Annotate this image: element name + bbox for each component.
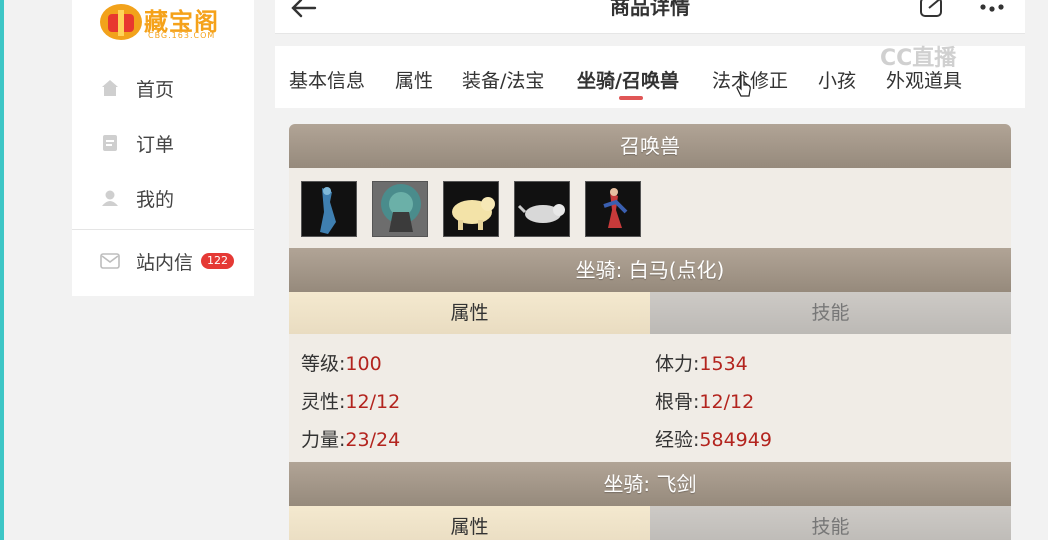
sidebar-divider	[72, 229, 254, 230]
mouse-cursor-icon	[736, 74, 752, 102]
summons-header: 召唤兽	[289, 124, 1011, 168]
summon-thumbnail[interactable]	[372, 181, 428, 237]
watermark: CC直播	[880, 46, 957, 71]
mount-2-header: 坐骑: 飞剑	[289, 462, 1011, 506]
mail-icon	[100, 251, 120, 271]
summon-thumbnail[interactable]	[443, 181, 499, 237]
left-edge-accent	[0, 0, 4, 540]
stat-constitution: 根骨:12/12	[655, 391, 755, 413]
mount-summon-panel: 召唤兽 坐骑: 白马(点化) 属性 技能 等级:100 体力:1534 灵性:1…	[289, 124, 1011, 540]
stat-strength: 力量:23/24	[301, 429, 401, 451]
tab-basic-info[interactable]: 基本信息	[289, 66, 365, 93]
mount-1-skills-tab[interactable]: 技能	[650, 292, 1011, 334]
tab-mounts-summons[interactable]: 坐骑/召唤兽	[577, 66, 679, 93]
sidebar: 藏宝阁 CBG.163.COM 首页 订单 我的 站内信 122	[72, 0, 254, 296]
page-title: 商品详情	[610, 0, 690, 19]
sidebar-item-label: 订单	[136, 133, 175, 156]
sidebar-item-label: 站内信	[136, 251, 194, 274]
mount-2-subtabs: 属性 技能	[289, 506, 1011, 540]
stat-experience: 经验:584949	[655, 429, 772, 451]
stat-spirit: 灵性:12/12	[301, 391, 401, 413]
summon-thumbnail[interactable]	[301, 181, 357, 237]
brand-domain: CBG.163.COM	[148, 31, 216, 40]
message-count-badge: 122	[201, 253, 235, 269]
sidebar-item-home[interactable]: 首页	[100, 73, 240, 103]
stat-stamina: 体力:1534	[655, 353, 748, 375]
stat-level: 等级:100	[301, 353, 382, 375]
sidebar-item-label: 首页	[136, 78, 175, 101]
mount-2-skills-tab[interactable]: 技能	[650, 506, 1011, 540]
more-icon[interactable]	[979, 0, 1005, 19]
gift-logo-icon	[100, 4, 142, 40]
mount-1-attributes-tab[interactable]: 属性	[289, 292, 650, 334]
sidebar-item-messages[interactable]: 站内信 122	[100, 246, 260, 276]
summon-thumbnail[interactable]	[514, 181, 570, 237]
tab-attributes[interactable]: 属性	[395, 66, 433, 93]
summon-list	[301, 181, 656, 237]
top-header: 商品详情	[275, 0, 1025, 34]
mount-1-header: 坐骑: 白马(点化)	[289, 248, 1011, 292]
mount-1-subtabs: 属性 技能	[289, 292, 1011, 334]
brand-logo[interactable]: 藏宝阁 CBG.163.COM	[100, 0, 230, 46]
home-icon	[100, 78, 120, 98]
sidebar-item-orders[interactable]: 订单	[100, 128, 240, 158]
active-tab-indicator	[619, 96, 643, 100]
sidebar-item-label: 我的	[136, 188, 175, 211]
share-icon[interactable]	[919, 0, 945, 22]
tab-equipment[interactable]: 装备/法宝	[462, 66, 544, 93]
tab-children[interactable]: 小孩	[818, 66, 856, 93]
summon-thumbnail[interactable]	[585, 181, 641, 237]
mount-2-attributes-tab[interactable]: 属性	[289, 506, 650, 540]
order-icon	[100, 133, 120, 153]
user-icon	[100, 188, 120, 208]
sidebar-item-mine[interactable]: 我的	[100, 183, 240, 213]
